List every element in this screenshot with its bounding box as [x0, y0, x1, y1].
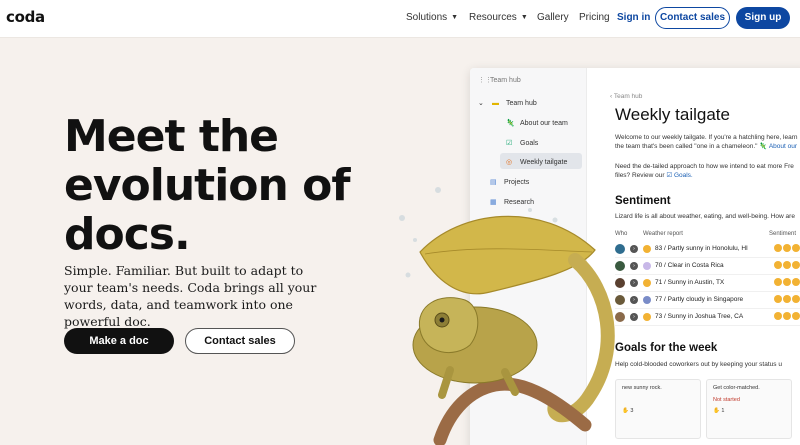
chevron-down-icon: ▼	[451, 14, 459, 21]
chameleon-illustration	[399, 187, 615, 445]
sentiment-icons	[774, 261, 800, 271]
sidebar-item-about[interactable]: 🦎 About our team	[506, 119, 568, 127]
weather-icon	[643, 245, 651, 253]
sidebar-item-team-hub[interactable]: ⌄ ▬ Team hub	[478, 99, 537, 107]
card-title: Get color-matched.	[713, 385, 760, 391]
chevron-down-icon: ▼	[520, 14, 528, 21]
sign-up-button[interactable]: Sign up	[736, 7, 790, 29]
table-row[interactable]: › 77 / Partly cloudy in Singapore	[615, 292, 800, 309]
sidebar-item-goals[interactable]: ☑ Goals	[506, 139, 538, 147]
swirl-icon: ◎	[506, 159, 513, 166]
table-row[interactable]: › 71 / Sunny in Austin, TX	[615, 275, 800, 292]
weather-report: 71 / Sunny in Austin, TX	[655, 279, 725, 286]
card-count: ✋ 1	[713, 408, 725, 414]
sentiment-icons	[774, 244, 800, 254]
nav-gallery[interactable]: Gallery	[537, 12, 569, 23]
intro-line: Welcome to our weekly tailgate. If you'r…	[615, 134, 798, 141]
goal-card[interactable]: Get color-matched. Not started ✋ 1	[706, 379, 792, 439]
hero-subtext: Simple. Familiar. But built to adapt to …	[64, 263, 317, 329]
weather-icon	[643, 296, 651, 304]
table-row[interactable]: › 83 / Partly sunny in Honolulu, HI	[615, 241, 800, 258]
weather-report: 73 / Sunny in Joshua Tree, CA	[655, 313, 744, 320]
sign-in-link[interactable]: Sign in	[617, 12, 650, 23]
need-line: files? Review our ☑ Goals.	[615, 172, 693, 179]
weather-report: 70 / Clear in Costa Rica	[655, 262, 724, 269]
hero-contact-sales-button[interactable]: Contact sales	[185, 328, 295, 354]
checklist-icon: ☑	[506, 140, 513, 147]
weather-report: 83 / Partly sunny in Honolulu, HI	[655, 245, 748, 252]
contact-sales-button[interactable]: Contact sales	[655, 7, 730, 29]
table-row[interactable]: › 73 / Sunny in Joshua Tree, CA	[615, 309, 800, 326]
nav-pricing[interactable]: Pricing	[579, 12, 610, 23]
weather-icon	[643, 279, 651, 287]
goals-link[interactable]: ☑ Goals.	[666, 172, 692, 179]
sidebar-header: ⋮⋮Team hub	[478, 77, 521, 84]
sentiment-icons	[774, 295, 800, 305]
coda-logo[interactable]: coda	[6, 8, 45, 26]
sidebar-item-weekly-tailgate[interactable]: ◎ Weekly tailgate	[506, 158, 567, 166]
team-hub-icon: ▬	[492, 100, 499, 107]
sentiment-icons	[774, 312, 800, 322]
nav-resources[interactable]: Resources ▼	[469, 12, 528, 23]
column-header: Sentiment	[769, 231, 797, 237]
grid-icon: ⋮⋮	[478, 77, 492, 84]
hero-headline: Meet the evolution of docs.	[64, 111, 351, 260]
table-row[interactable]: › 70 / Clear in Costa Rica	[615, 258, 800, 275]
about-link[interactable]: 🦎 About our	[759, 143, 797, 150]
top-nav: coda Solutions ▼ Resources ▼ Gallery Prici…	[0, 0, 800, 38]
sentiment-desc: Lizard life is all about weather, eating…	[615, 213, 795, 220]
doc-title: Weekly tailgate	[615, 105, 730, 124]
need-line: Need the de-tailed approach to how we in…	[615, 163, 794, 170]
sentiment-icons	[774, 278, 800, 288]
make-a-doc-button[interactable]: Make a doc	[64, 328, 174, 354]
column-header: Weather report	[643, 231, 683, 237]
goals-desc: Help cold-blooded coworkers out by keepi…	[615, 361, 782, 368]
breadcrumb[interactable]: ‹ Team hub	[610, 93, 642, 100]
intro-line: the team that's been called "one in a ch…	[615, 143, 797, 150]
weather-icon	[643, 313, 651, 321]
weather-report: 77 / Partly cloudy in Singapore	[655, 296, 744, 303]
nav-solutions[interactable]: Solutions ▼	[406, 12, 458, 23]
lizard-icon: 🦎	[506, 120, 515, 127]
card-status: Not started	[713, 397, 740, 403]
weather-icon	[643, 262, 651, 270]
chevron-down-icon: ⌄	[478, 100, 484, 107]
